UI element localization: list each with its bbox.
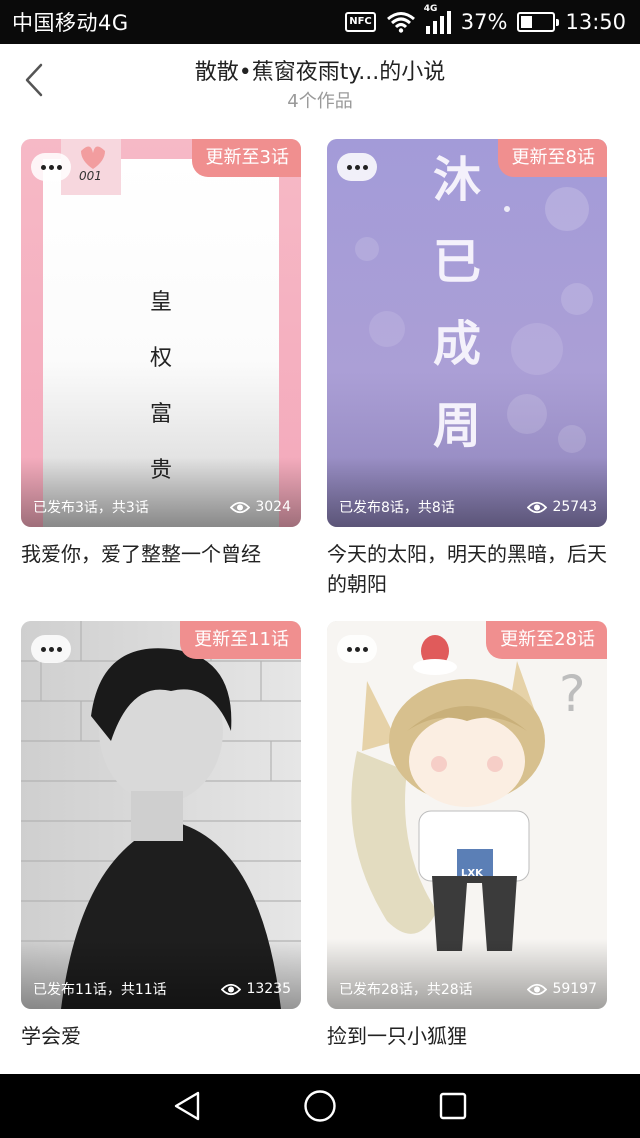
published-count: 已发布8话，共8话 xyxy=(339,500,455,516)
work-title[interactable]: 捡到一只小狐狸 xyxy=(327,1021,607,1051)
nav-recent-button[interactable] xyxy=(429,1082,477,1130)
work-cover[interactable]: 001 皇 权 富 贵 更新至3话 已发布3话，共3话 3024 xyxy=(21,139,301,527)
system-nav-bar xyxy=(0,1074,640,1138)
work-card[interactable]: 更新至11话 已发布11话，共11话 13235 学会爱 xyxy=(21,621,301,1051)
view-count: 59197 xyxy=(552,981,597,997)
more-button[interactable] xyxy=(337,153,377,181)
eye-icon xyxy=(527,501,548,513)
cover-char: 富 xyxy=(149,402,172,427)
page-title: 散散•蕉窗夜雨ty...的小说 xyxy=(194,60,446,85)
more-button[interactable] xyxy=(31,153,71,181)
work-card[interactable]: 001 皇 权 富 贵 更新至3话 已发布3话，共3话 3024 xyxy=(21,139,301,569)
work-cover[interactable]: ? LXK 更新至28话 已发布28话，共28话 59197 xyxy=(327,621,607,1009)
battery-icon xyxy=(517,12,560,32)
cover-char: 周 xyxy=(432,398,481,454)
circle-home-icon xyxy=(304,1090,336,1122)
more-button[interactable] xyxy=(337,635,377,663)
view-count: 25743 xyxy=(552,499,597,515)
work-title[interactable]: 我爱你，爱了整整一个曾经 xyxy=(21,539,301,569)
network-type-label: 4G xyxy=(423,4,438,14)
nfc-icon: NFC xyxy=(345,12,376,32)
cover-char: 沐 xyxy=(432,152,481,208)
published-count: 已发布28话，共28话 xyxy=(339,982,473,998)
battery-fill xyxy=(521,16,533,28)
eye-icon xyxy=(221,983,242,995)
work-title[interactable]: 今天的太阳，明天的黑暗，后天的朝阳 xyxy=(327,539,607,599)
triangle-back-icon xyxy=(174,1091,199,1121)
signal-icon: 4G xyxy=(424,4,451,34)
view-count: 13235 xyxy=(246,981,291,997)
cover-char: 皇 xyxy=(149,290,172,315)
battery-percent: 37% xyxy=(460,10,508,34)
wifi-icon xyxy=(386,12,415,33)
chevron-left-icon xyxy=(25,63,43,97)
back-button[interactable] xyxy=(14,60,54,100)
eye-icon xyxy=(527,983,548,995)
cover-info: 已发布3话，共3话 3024 xyxy=(33,497,291,517)
eye-icon xyxy=(230,501,251,513)
cover-badge: 001 xyxy=(79,169,102,183)
published-count: 已发布11话，共11话 xyxy=(33,982,167,998)
svg-text:?: ? xyxy=(559,665,586,723)
nav-back-button[interactable] xyxy=(163,1082,211,1130)
carrier-label: 中国移动4G xyxy=(12,11,129,35)
update-badge: 更新至8话 xyxy=(497,139,607,177)
page-header: 散散•蕉窗夜雨ty...的小说 4个作品 xyxy=(0,44,640,122)
cover-char: 权 xyxy=(149,346,172,371)
update-badge: 更新至11话 xyxy=(180,621,301,659)
work-card[interactable]: ? LXK 更新至28话 已发布28话，共28话 59197 捡到一只小狐狸 xyxy=(327,621,607,1051)
work-card[interactable]: 沐 已 成 周 更新至8话 已发布8话，共8话 25743 今天的太阳，明天的黑… xyxy=(327,139,607,599)
cover-char: 已 xyxy=(432,234,481,290)
more-button[interactable] xyxy=(31,635,71,663)
published-count: 已发布3话，共3话 xyxy=(33,500,149,516)
square-recent-icon xyxy=(440,1092,467,1120)
novel-list-page: 中国移动4G NFC 4G 37% 13:50 散散•蕉窗夜雨ty...的小说 … xyxy=(0,0,640,1138)
works-count: 4个作品 xyxy=(287,91,353,112)
work-title[interactable]: 学会爱 xyxy=(21,1021,301,1051)
views: 13235 xyxy=(221,981,291,997)
cover-info: 已发布28话，共28话 59197 xyxy=(339,979,597,999)
cover-text: LXK xyxy=(461,868,483,879)
views: 3024 xyxy=(230,499,291,515)
nav-home-button[interactable] xyxy=(296,1082,344,1130)
cover-info: 已发布8话，共8话 25743 xyxy=(339,497,597,517)
work-cover[interactable]: 更新至11话 已发布11话，共11话 13235 xyxy=(21,621,301,1009)
cover-char: 成 xyxy=(432,316,481,372)
status-bar: 中国移动4G NFC 4G 37% 13:50 xyxy=(0,0,640,44)
views: 25743 xyxy=(527,499,597,515)
status-icons: NFC 4G 37% 13:50 xyxy=(345,4,626,34)
update-badge: 更新至28话 xyxy=(486,621,607,659)
work-cover[interactable]: 沐 已 成 周 更新至8话 已发布8话，共8话 25743 xyxy=(327,139,607,527)
views: 59197 xyxy=(527,981,597,997)
clock: 13:50 xyxy=(565,10,626,34)
cover-text: 沐 已 成 周 xyxy=(427,139,487,467)
cover-info: 已发布11话，共11话 13235 xyxy=(33,979,291,999)
view-count: 3024 xyxy=(255,499,291,515)
update-badge: 更新至3话 xyxy=(191,139,301,177)
